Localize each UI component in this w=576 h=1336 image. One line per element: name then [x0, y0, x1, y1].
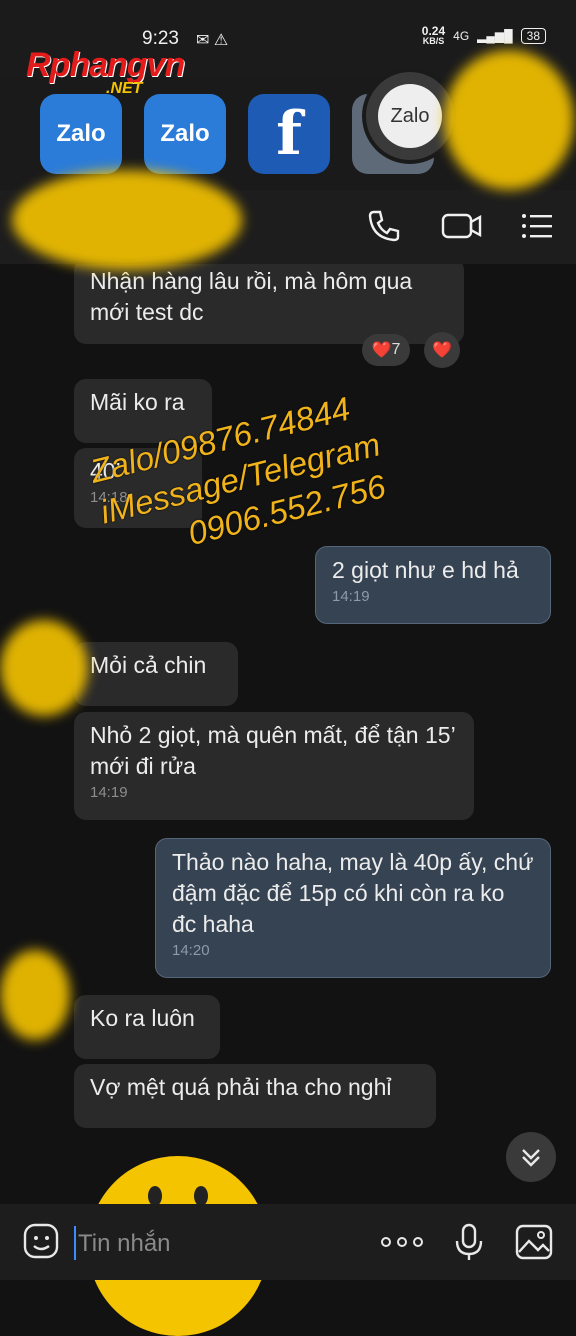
message-time: 14:19 — [90, 784, 128, 801]
message-incoming[interactable]: Ko ra luôn — [74, 995, 220, 1059]
battery-icon: 38 — [520, 28, 546, 44]
messenger-icon: ✉ — [196, 32, 210, 49]
signal-icon: ▂▄▆█ — [477, 29, 513, 43]
image-icon[interactable] — [514, 1222, 554, 1262]
menu-icon[interactable] — [518, 206, 558, 246]
reaction-badge[interactable]: ❤️ 7 — [362, 334, 410, 366]
reaction-button[interactable]: ❤️ — [424, 332, 460, 368]
censor-blur — [0, 620, 88, 716]
censor-blur — [0, 950, 70, 1040]
message-input[interactable]: Tin nhắn — [78, 1230, 171, 1258]
site-logo: Rphangvn .NET — [26, 46, 185, 97]
zalo-app-icon[interactable]: Zalo — [144, 94, 226, 174]
video-icon[interactable] — [440, 206, 482, 246]
message-outgoing[interactable]: 2 giọt như e hd hả 14:19 — [315, 546, 551, 624]
chevron-double-down-icon[interactable] — [506, 1132, 556, 1182]
message-time: 14:20 — [172, 942, 210, 959]
censor-blur — [12, 170, 242, 270]
censor-blur — [444, 50, 574, 190]
network-speed: 0.24 KB/S — [421, 24, 446, 46]
emoji-icon[interactable] — [22, 1222, 62, 1262]
message-outgoing[interactable]: Thảo nào haha, may là 40p ấy, chứ đậm đặ… — [155, 838, 551, 978]
phone-icon[interactable] — [364, 206, 404, 246]
more-icon[interactable] — [380, 1234, 424, 1254]
facebook-app-icon[interactable]: f — [248, 94, 330, 174]
text-cursor — [74, 1226, 76, 1260]
mic-icon[interactable] — [452, 1222, 492, 1262]
message-incoming[interactable]: Mỏi cả chin — [74, 642, 238, 706]
message-incoming[interactable]: Nhỏ 2 giọt, mà quên mất, để tận 15’ mới … — [74, 712, 474, 820]
message-time: 14:19 — [332, 588, 370, 605]
message-input-bar: Tin nhắn — [0, 1204, 576, 1280]
zalo-app-icon[interactable]: Zalo — [40, 94, 122, 174]
message-incoming[interactable]: Nhận hàng lâu rồi, mà hôm qua mới test d… — [74, 264, 464, 344]
message-incoming[interactable]: Vợ mệt quá phải tha cho nghỉ — [74, 1064, 436, 1128]
warning-icon: ⚠ — [213, 32, 229, 49]
network-type: 4G — [453, 29, 470, 43]
